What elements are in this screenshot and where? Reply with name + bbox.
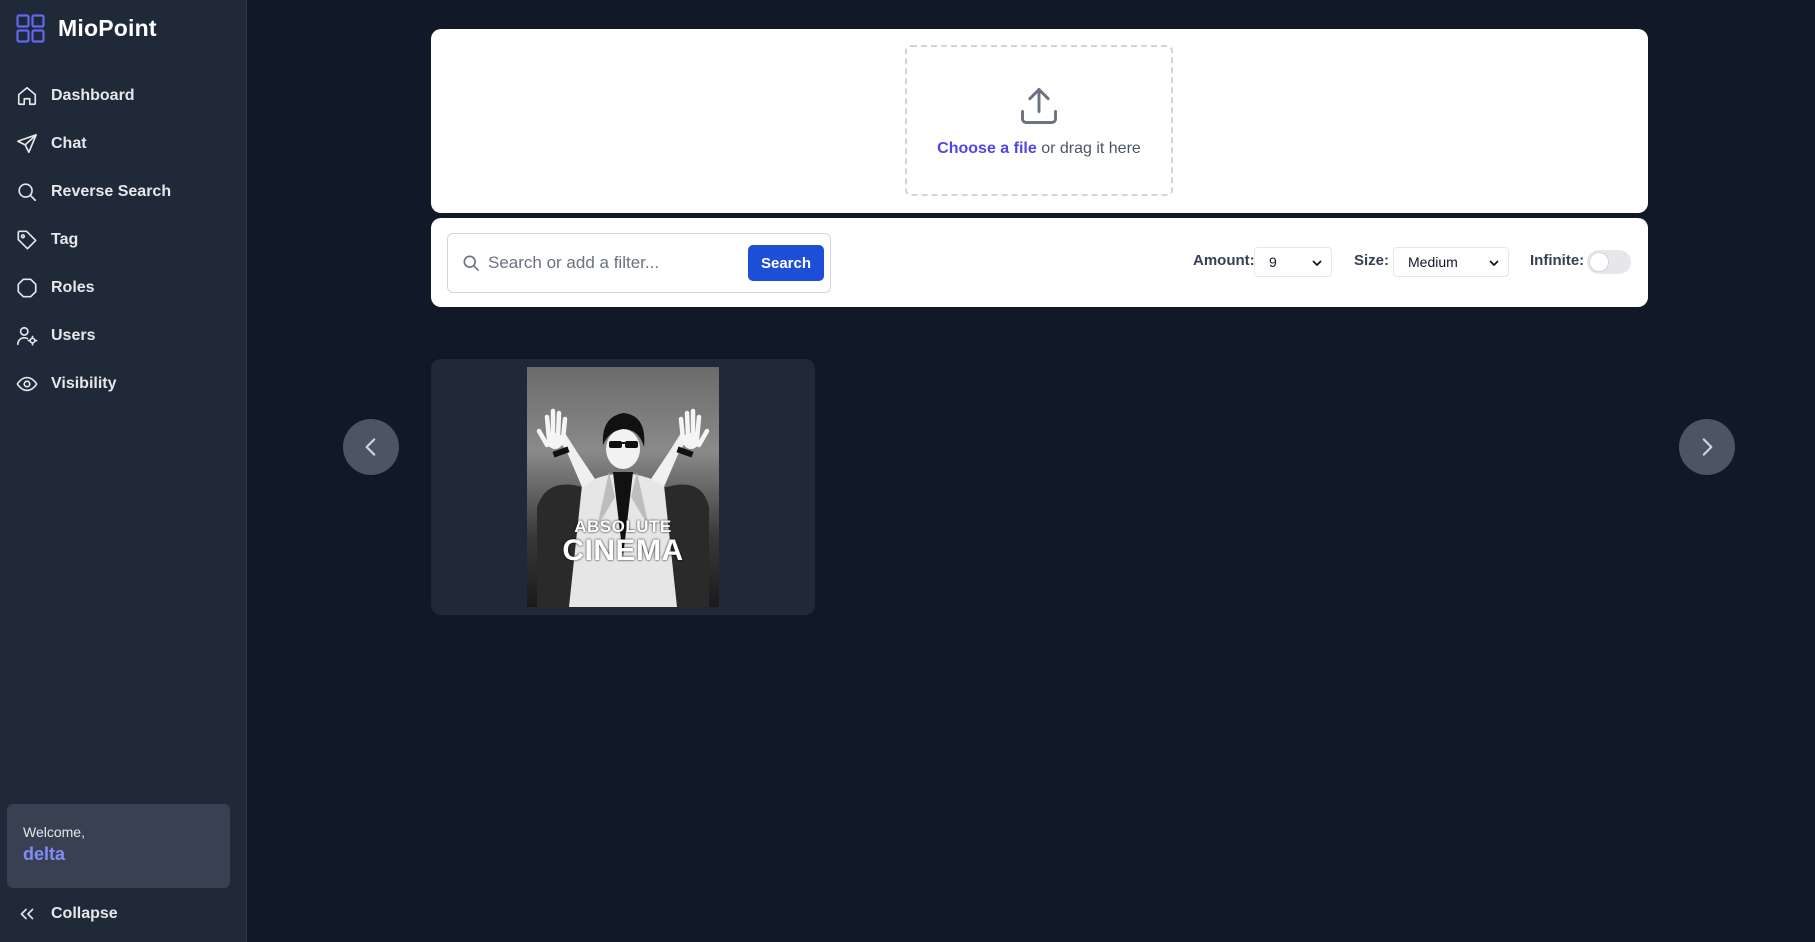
sidebar-item-roles[interactable]: Roles: [0, 264, 247, 312]
collapse-label: Collapse: [51, 905, 118, 922]
welcome-label: Welcome,: [23, 824, 85, 840]
sidebar-item-users[interactable]: Users: [0, 312, 247, 360]
poster-title-line-2: CINEMA: [562, 534, 684, 567]
chevron-right-icon: [1702, 438, 1713, 456]
poster-illustration: [536, 408, 710, 607]
sidebar-item-label: Dashboard: [51, 87, 135, 104]
sidebar-nav: Dashboard Chat Reverse Search Tag Roles: [0, 72, 247, 408]
search-icon: [15, 180, 39, 204]
chevron-left-icon: [365, 438, 376, 456]
choose-file-link[interactable]: Choose a file: [937, 140, 1037, 157]
sidebar-item-chat[interactable]: Chat: [0, 120, 247, 168]
size-select[interactable]: Medium: [1393, 247, 1509, 277]
user-cog-icon: [15, 324, 39, 348]
amount-value: 9: [1269, 254, 1277, 270]
sidebar-item-label: Tag: [51, 231, 79, 248]
search-input[interactable]: [488, 246, 738, 280]
upload-icon: [1021, 87, 1057, 124]
sidebar-item-reverse-search[interactable]: Reverse Search: [0, 168, 247, 216]
sidebar-item-tag[interactable]: Tag: [0, 216, 247, 264]
eye-icon: [15, 372, 39, 396]
welcome-card: Welcome, delta: [7, 804, 230, 888]
size-value: Medium: [1408, 254, 1458, 270]
chevrons-left-icon: [15, 902, 39, 926]
drag-text: or drag it here: [1036, 139, 1141, 157]
amount-label: Amount:: [1193, 252, 1255, 269]
sidebar-item-label: Visibility: [51, 375, 117, 392]
previous-page-button[interactable]: [343, 419, 399, 475]
file-dropzone[interactable]: Choose a file or drag it here: [905, 45, 1173, 196]
grid-icon: [16, 14, 45, 43]
search-button[interactable]: Search: [748, 245, 824, 281]
dropzone-text: Choose a file or drag it here: [937, 140, 1141, 158]
sidebar-item-visibility[interactable]: Visibility: [0, 360, 247, 408]
sidebar: MioPoint Dashboard Chat Reverse Search T…: [0, 0, 247, 942]
search-toolbar: Search Amount: 9 Size: Medium Infinite:: [431, 218, 1648, 307]
home-icon: [15, 84, 39, 108]
collapse-button[interactable]: Collapse: [15, 902, 118, 926]
sidebar-item-label: Roles: [51, 279, 95, 296]
chevron-down-icon: [1312, 260, 1322, 266]
gallery-item[interactable]: ABSOLUTE CINEMA: [431, 359, 815, 615]
gallery-image: ABSOLUTE CINEMA: [527, 367, 719, 607]
sidebar-item-label: Chat: [51, 135, 87, 152]
brand[interactable]: MioPoint: [16, 14, 157, 43]
infinite-toggle[interactable]: [1587, 250, 1631, 274]
size-label: Size:: [1354, 252, 1390, 269]
username[interactable]: delta: [23, 844, 214, 865]
toggle-knob: [1589, 252, 1609, 272]
tag-icon: [15, 228, 39, 252]
sidebar-item-label: Reverse Search: [51, 183, 172, 200]
sidebar-item-label: Users: [51, 327, 96, 344]
app-name: MioPoint: [58, 15, 157, 41]
chevron-down-icon: [1489, 260, 1499, 266]
send-icon: [15, 132, 39, 156]
infinite-label: Infinite:: [1530, 252, 1585, 269]
upload-card: Choose a file or drag it here: [431, 29, 1648, 213]
search-box: Search: [447, 233, 831, 293]
octagon-icon: [15, 276, 39, 300]
search-icon: [463, 255, 479, 271]
sidebar-item-dashboard[interactable]: Dashboard: [0, 72, 247, 120]
amount-select[interactable]: 9: [1254, 247, 1332, 277]
next-page-button[interactable]: [1679, 419, 1735, 475]
